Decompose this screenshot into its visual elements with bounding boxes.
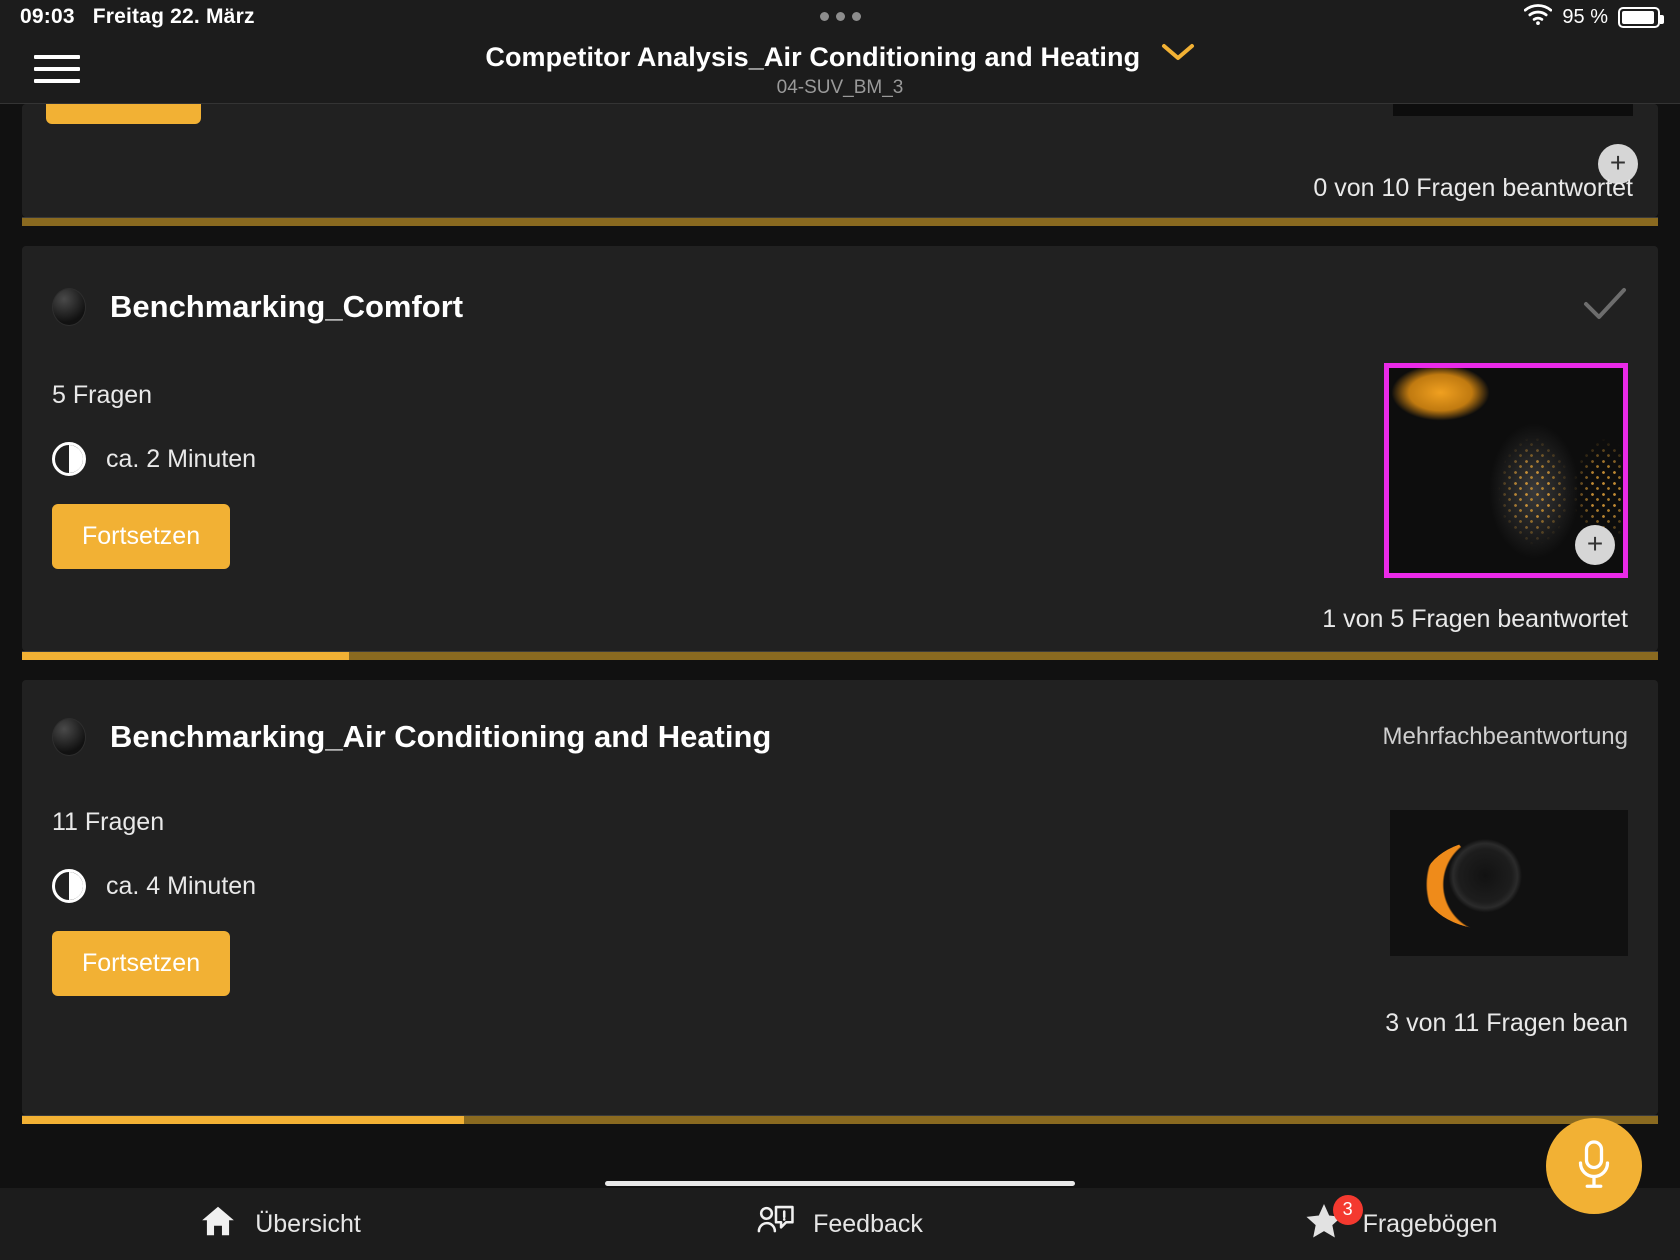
star-icon-wrap: 3 (1303, 1194, 1363, 1248)
multi-answer-tag: Mehrfachbeantwortung (1382, 723, 1628, 750)
app-header: Competitor Analysis_Air Conditioning and… (0, 34, 1680, 104)
card-header: Benchmarking_Comfort (22, 246, 1658, 329)
feedback-icon (757, 1204, 795, 1245)
card-body: 11 Fragen ca. 4 Minuten Fortsetzen 3 von… (22, 756, 1658, 1038)
duration-label: ca. 2 Minuten (106, 444, 257, 473)
duration-row: ca. 4 Minuten (52, 869, 256, 903)
card-title: Benchmarking_Air Conditioning and Heatin… (110, 719, 772, 754)
card-body: 5 Fragen ca. 2 Minuten Fortsetzen + 1 vo… (22, 329, 1658, 634)
clock-icon (52, 869, 86, 903)
question-count: 11 Fragen (52, 808, 165, 836)
page-subtitle: 04-SUV_BM_3 (776, 77, 904, 98)
duration-row: ca. 2 Minuten (52, 442, 256, 476)
status-dot-icon (52, 287, 86, 326)
progress-bar-benchmarking-air-conditioning (22, 1115, 1658, 1124)
progress-fill (22, 652, 350, 660)
plus-icon[interactable]: + (1575, 525, 1615, 565)
progress-fill (22, 1116, 464, 1124)
card-meta: 11 Fragen ca. 4 Minuten Fortsetzen (52, 756, 256, 1038)
card-meta: 5 Fragen ca. 2 Minuten Fortsetzen (52, 329, 256, 634)
questionnaire-thumbnail[interactable] (1390, 810, 1628, 956)
questionnaire-card-benchmarking-air-conditioning[interactable]: Benchmarking_Air Conditioning and Heatin… (22, 680, 1658, 1115)
battery-percent: 95 % (1562, 5, 1608, 28)
answered-status: 1 von 5 Fragen beantwortet (1322, 605, 1628, 633)
continue-button-partial[interactable] (46, 104, 201, 124)
home-indicator (605, 1181, 1075, 1186)
continue-button[interactable]: Fortsetzen (52, 504, 231, 569)
nav-label: Fragebögen (1362, 1209, 1498, 1238)
status-bar-right: 95 % (1524, 3, 1664, 31)
page-title: Competitor Analysis_Air Conditioning and… (485, 42, 1141, 72)
questionnaire-thumbnail[interactable]: + (1384, 363, 1628, 578)
bottom-navigation: Übersicht Feedback 3 Fragebögen (0, 1188, 1680, 1260)
questionnaire-card-benchmarking-comfort[interactable]: Benchmarking_Comfort 5 Fragen ca. 2 Minu… (22, 246, 1658, 651)
questionnaire-card-partial[interactable]: + 0 von 10 Fragen beantwortet (22, 104, 1658, 217)
list-gap (0, 226, 1680, 246)
microphone-icon (1578, 1140, 1610, 1188)
progress-bar-benchmarking-comfort (22, 651, 1658, 660)
star-icon (1303, 1203, 1345, 1247)
questionnaire-list[interactable]: + 0 von 10 Fragen beantwortet Benchmarki… (0, 104, 1680, 1188)
nav-item-uebersicht[interactable]: Übersicht (0, 1188, 560, 1260)
card-header: Benchmarking_Air Conditioning and Heatin… (22, 680, 1658, 756)
duration-label: ca. 4 Minuten (106, 871, 257, 900)
card-thumbnail-block: + 1 von 5 Fragen beantwortet (1322, 329, 1628, 634)
three-dots-icon (819, 12, 861, 21)
question-count: 5 Fragen (52, 381, 153, 409)
status-dot-icon (52, 718, 86, 756)
progress-bar-partial (22, 217, 1658, 226)
microphone-fab-button[interactable] (1546, 1118, 1642, 1214)
questionnaire-thumbnail-partial[interactable] (1393, 104, 1633, 116)
clock-icon (52, 442, 86, 476)
wifi-icon (1524, 3, 1553, 31)
nav-label: Feedback (813, 1209, 923, 1238)
answered-status: 3 von 11 Fragen bean (1385, 1009, 1628, 1037)
checkmark-icon[interactable] (1582, 284, 1628, 329)
list-gap (0, 660, 1680, 680)
chevron-down-icon[interactable] (1161, 42, 1195, 67)
header-title-block: Competitor Analysis_Air Conditioning and… (0, 42, 1680, 99)
home-icon (199, 1202, 237, 1247)
battery-icon (1618, 6, 1664, 28)
nav-item-feedback[interactable]: Feedback (560, 1188, 1120, 1260)
answered-status: 0 von 10 Fragen beantwortet (1313, 174, 1633, 202)
notification-badge: 3 (1332, 1194, 1363, 1225)
continue-button[interactable]: Fortsetzen (52, 931, 231, 996)
status-bar-center (0, 8, 1680, 26)
card-title: Benchmarking_Comfort (110, 288, 464, 324)
card-thumbnail-block: 3 von 11 Fragen bean (1385, 756, 1628, 1038)
status-bar: 09:03 Freitag 22. März 95 % (0, 0, 1680, 34)
nav-label: Übersicht (255, 1209, 361, 1238)
